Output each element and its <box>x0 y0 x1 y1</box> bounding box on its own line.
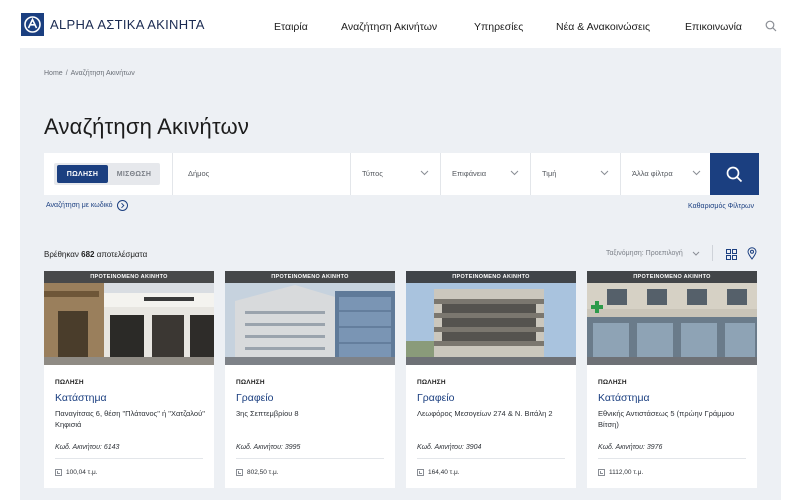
toggle-sale-button[interactable]: ΠΩΛΗΣΗ <box>57 165 108 183</box>
logo-icon <box>21 13 44 36</box>
card-title[interactable]: Γραφείο <box>236 392 274 404</box>
card-area-value: 100,04 τ.μ. <box>66 469 98 476</box>
search-icon <box>726 166 743 183</box>
breadcrumb-separator: / <box>65 70 68 77</box>
clear-filters-link[interactable]: Καθαρισμός Φίλτρων <box>688 203 754 210</box>
logo-text: ALPHA ΑΣΤΙΚΑ ΑΚΙΝΗΤΑ <box>50 17 205 32</box>
property-photo[interactable]: ΠΡΟΤΕΙΝΟΜΕΝΟ ΑΚΙΝΗΤΟ <box>44 271 214 365</box>
price-select[interactable]: Τιμή <box>542 169 556 178</box>
search-bar: ΠΩΛΗΣΗ ΜΙΣΘΩΣΗ Δήμος Τύπος Επιφάνεια Τιμ… <box>44 153 759 195</box>
toggle-rent-button[interactable]: ΜΙΣΘΩΣΗ <box>110 165 158 183</box>
search-by-code-label: Αναζήτηση με κωδικό <box>46 202 113 209</box>
map-pin-icon[interactable] <box>747 247 757 260</box>
property-card[interactable]: ΠΡΟΤΕΙΝΟΜΕΝΟ ΑΚΙΝΗΤΟ ΠΩΛΗΣΗ Κατάστημα Εθ… <box>587 271 757 488</box>
search-by-code-link[interactable]: Αναζήτηση με κωδικό <box>46 200 128 211</box>
area-icon <box>55 469 62 476</box>
area-select[interactable]: Επιφάνεια <box>452 169 486 178</box>
card-transaction-type: ΠΩΛΗΣΗ <box>236 379 265 386</box>
results-prefix: Βρέθηκαν <box>44 250 79 259</box>
nav-item-services[interactable]: Υπηρεσίες <box>474 21 523 33</box>
card-area-value: 802,50 τ.μ. <box>247 469 279 476</box>
chevron-right-icon <box>116 200 128 211</box>
card-transaction-type: ΠΩΛΗΣΗ <box>598 379 627 386</box>
card-transaction-type: ΠΩΛΗΣΗ <box>55 379 84 386</box>
card-area: 100,04 τ.μ. <box>55 469 98 476</box>
other-filters-select[interactable]: Άλλα φίλτρα <box>632 169 673 178</box>
search-icon[interactable] <box>765 19 777 37</box>
card-address: Παναγίτσας 6, θέση "Πλάτανος" ή "Χατζαλο… <box>55 409 205 429</box>
card-code: Κωδ. Ακινήτου: 6143 <box>55 444 120 451</box>
results-suffix: αποτελέσματα <box>96 250 148 259</box>
municipality-input[interactable]: Δήμος <box>188 169 209 178</box>
property-card[interactable]: ΠΡΟΤΕΙΝΟΜΕΝΟ ΑΚΙΝΗΤΟ ΠΩΛΗΣΗ Γραφείο Λεωφ… <box>406 271 576 488</box>
featured-badge: ΠΡΟΤΕΙΝΟΜΕΝΟ ΑΚΙΝΗΤΟ <box>44 271 214 283</box>
transaction-toggle: ΠΩΛΗΣΗ ΜΙΣΘΩΣΗ <box>54 163 160 185</box>
chevron-down-icon <box>510 170 519 176</box>
card-address: 3ης Σεπτεμβρίου 8 <box>236 409 299 418</box>
card-area: 802,50 τ.μ. <box>236 469 279 476</box>
divider <box>712 245 713 261</box>
main-content: Home / Αναζήτηση Ακινήτων Αναζήτηση Ακινήτ… <box>20 48 781 500</box>
chevron-down-icon <box>692 251 700 256</box>
featured-badge: ΠΡΟΤΕΙΝΟΜΕΝΟ ΑΚΙΝΗΤΟ <box>406 271 576 283</box>
divider <box>620 153 621 195</box>
card-area: 1112,00 τ.μ. <box>598 469 643 476</box>
card-title[interactable]: Γραφείο <box>417 392 455 404</box>
card-area-value: 1112,00 τ.μ. <box>609 469 644 476</box>
card-area-value: 164,40 τ.μ. <box>428 469 460 476</box>
divider <box>417 458 565 459</box>
chevron-down-icon <box>600 170 609 176</box>
page-title: Αναζήτηση Ακινήτων <box>44 114 250 139</box>
nav-item-company[interactable]: Εταιρία <box>274 21 308 33</box>
sort-select[interactable]: Ταξινόμηση: Προεπιλογή <box>606 250 683 257</box>
divider <box>598 458 746 459</box>
site-logo[interactable]: ALPHA ΑΣΤΙΚΑ ΑΚΙΝΗΤΑ <box>21 13 205 36</box>
property-photo[interactable]: ΠΡΟΤΕΙΝΟΜΕΝΟ ΑΚΙΝΗΤΟ <box>225 271 395 365</box>
property-photo[interactable]: ΠΡΟΤΕΙΝΟΜΕΝΟ ΑΚΙΝΗΤΟ <box>587 271 757 365</box>
chevron-down-icon <box>692 170 701 176</box>
chevron-down-icon <box>420 170 429 176</box>
area-icon <box>417 469 424 476</box>
card-title[interactable]: Κατάστημα <box>55 392 107 404</box>
divider <box>530 153 531 195</box>
card-title[interactable]: Κατάστημα <box>598 392 650 404</box>
nav-item-news[interactable]: Νέα & Ανακοινώσεις <box>556 21 650 33</box>
divider <box>236 458 384 459</box>
divider <box>172 153 173 195</box>
divider <box>55 458 203 459</box>
results-count: Βρέθηκαν 682 αποτελέσματα <box>44 250 147 259</box>
featured-badge: ΠΡΟΤΕΙΝΟΜΕΝΟ ΑΚΙΝΗΤΟ <box>587 271 757 283</box>
area-icon <box>236 469 243 476</box>
results-number: 682 <box>81 250 95 259</box>
type-select[interactable]: Τύπος <box>362 169 383 178</box>
property-card[interactable]: ΠΡΟΤΕΙΝΟΜΕΝΟ ΑΚΙΝΗΤΟ ΠΩΛΗΣΗ Γραφείο 3ης … <box>225 271 395 488</box>
breadcrumb: Home / Αναζήτηση Ακινήτων <box>44 70 135 77</box>
breadcrumb-current: Αναζήτηση Ακινήτων <box>70 70 135 77</box>
nav-item-contact[interactable]: Επικοινωνία <box>685 21 742 33</box>
card-code: Κωδ. Ακινήτου: 3976 <box>598 444 663 451</box>
card-code: Κωδ. Ακινήτου: 3904 <box>417 444 482 451</box>
card-address: Λεωφόρος Μεσογείων 274 & Ν. Βιτάλη 2 <box>417 409 553 418</box>
divider <box>350 153 351 195</box>
site-header: ALPHA ΑΣΤΙΚΑ ΑΚΙΝΗΤΑ Εταιρία Αναζήτηση Α… <box>0 0 800 48</box>
featured-badge: ΠΡΟΤΕΙΝΟΜΕΝΟ ΑΚΙΝΗΤΟ <box>225 271 395 283</box>
property-card[interactable]: ΠΡΟΤΕΙΝΟΜΕΝΟ ΑΚΙΝΗΤΟ ΠΩΛΗΣΗ Κατάστημα Πα… <box>44 271 214 488</box>
nav-item-property-search[interactable]: Αναζήτηση Ακινήτων <box>341 21 437 33</box>
divider <box>440 153 441 195</box>
card-address: Εθνικής Αντιστάσεως 5 (πρώην Γράμμου Βίτ… <box>598 409 735 429</box>
search-submit-button[interactable] <box>710 153 759 195</box>
card-area: 164,40 τ.μ. <box>417 469 460 476</box>
area-icon <box>598 469 605 476</box>
breadcrumb-home[interactable]: Home <box>44 70 63 77</box>
property-photo[interactable]: ΠΡΟΤΕΙΝΟΜΕΝΟ ΑΚΙΝΗΤΟ <box>406 271 576 365</box>
card-transaction-type: ΠΩΛΗΣΗ <box>417 379 446 386</box>
grid-view-icon[interactable] <box>726 249 737 260</box>
card-code: Κωδ. Ακινήτου: 3995 <box>236 444 301 451</box>
